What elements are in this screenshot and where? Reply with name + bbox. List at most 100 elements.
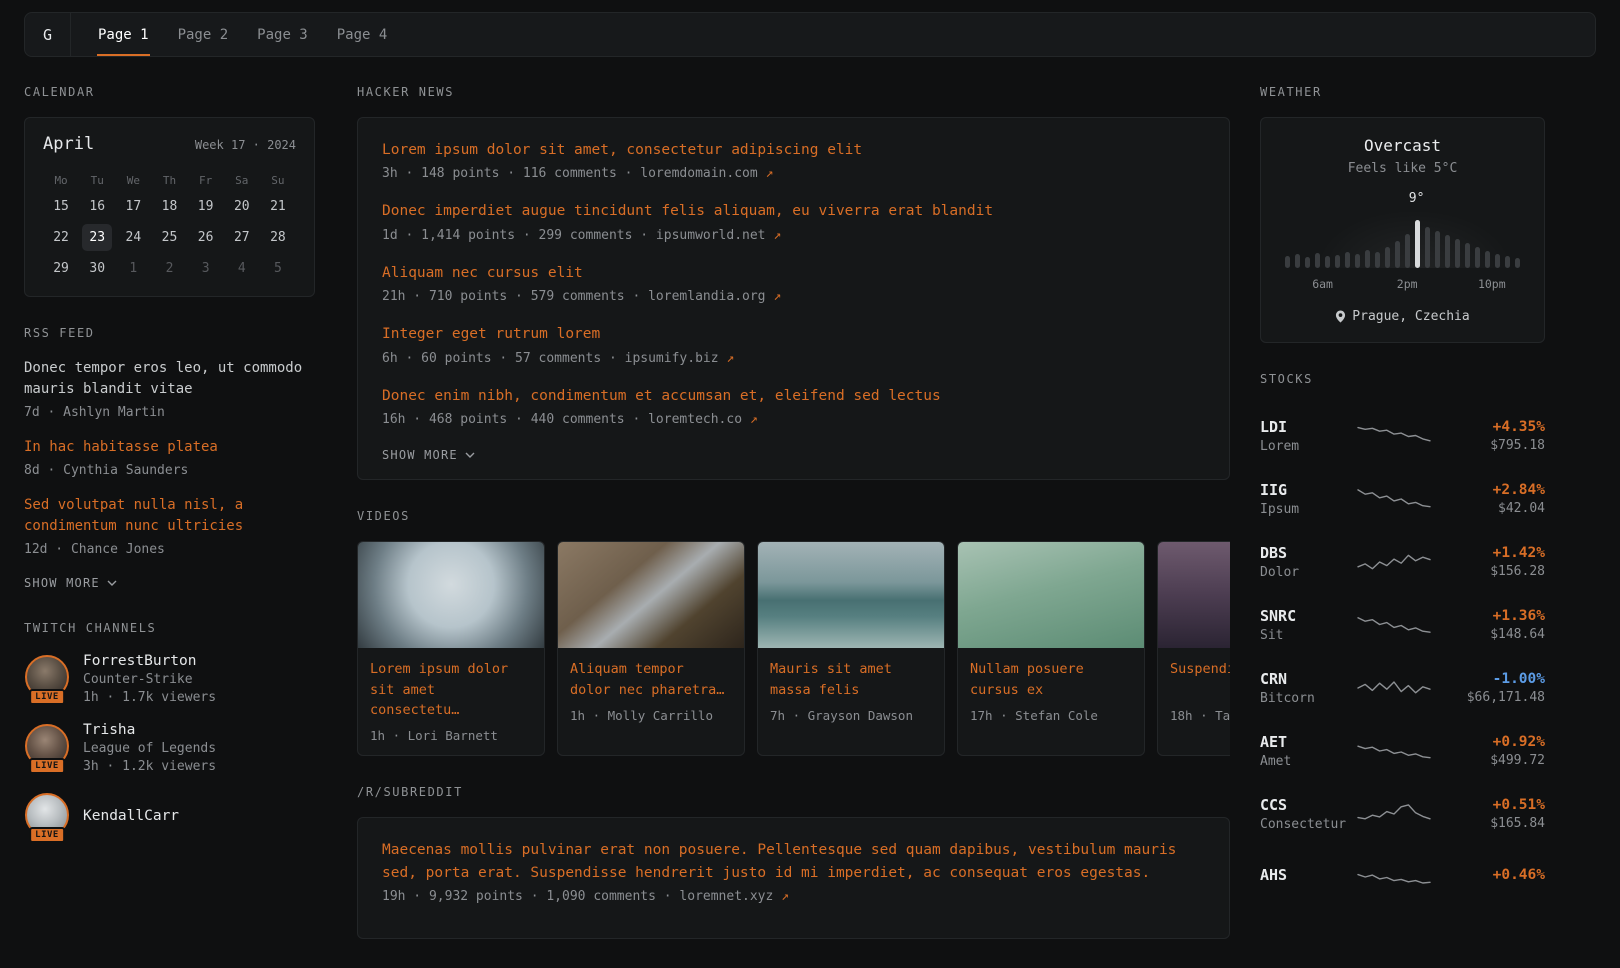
stock-name: Ipsum — [1260, 502, 1356, 517]
video-meta: 18h · Tara — [1170, 708, 1230, 723]
calendar-day-headers: Mo Tu We Th Fr Sa Su — [43, 170, 296, 191]
weather-hour-bar — [1515, 258, 1520, 268]
external-link-icon: ↗ — [781, 889, 789, 904]
rss-article-link[interactable]: Sed volutpat nulla nisl, a condimentum n… — [24, 495, 315, 537]
hacker-news-link[interactable]: Lorem ipsum dolor sit amet, consectetur … — [382, 139, 862, 161]
hacker-news-link[interactable]: Aliquam nec cursus elit — [382, 262, 583, 284]
weather-hour-bar — [1485, 251, 1490, 268]
weather-feels-like: Feels like 5°C — [1285, 161, 1520, 176]
video-thumbnail[interactable] — [558, 542, 744, 648]
stock-row[interactable]: CCS Consectetur +0.51% $165.84 — [1260, 782, 1545, 845]
rss-widget: RSS FEED Donec tempor eros leo, ut commo… — [24, 326, 315, 592]
stock-row[interactable]: AHS +0.46% — [1260, 845, 1545, 908]
video-title-link[interactable]: Lorem ipsum dolor sit amet consectetu… — [370, 659, 532, 720]
weather-hour-bar — [1325, 256, 1330, 268]
hacker-news-link[interactable]: Donec imperdiet augue tincidunt felis al… — [382, 200, 993, 222]
hacker-news-meta-text: 16h · 468 points · 440 comments · loremt… — [382, 412, 742, 427]
page-tab[interactable]: Page 4 — [336, 13, 389, 56]
video-meta: 1h · Molly Carrillo — [570, 708, 732, 723]
stock-row[interactable]: AET Amet +0.92% $499.72 — [1260, 719, 1545, 782]
stock-sparkline — [1356, 736, 1432, 766]
calendar-day: 30 — [82, 255, 112, 282]
weather-widget: WEATHER Overcast Feels like 5°C 9° — [1260, 85, 1545, 343]
topbar: G Page 1 Page 2 Page 3 Page 4 — [24, 12, 1596, 57]
location-pin-icon — [1335, 310, 1346, 323]
stock-values: +0.46% — [1444, 867, 1545, 886]
external-link-icon: ↗ — [773, 228, 781, 243]
weather-temp-label: 9° — [1409, 191, 1425, 206]
page-tab[interactable]: Page 1 — [97, 13, 150, 56]
video-card[interactable]: Nullam posuere cursus ex 17h · Stefan Co… — [957, 541, 1145, 756]
video-card[interactable]: Suspendisse diam 18h · Tara — [1157, 541, 1230, 756]
hacker-news-show-more-button[interactable]: SHOW MORE — [382, 446, 475, 464]
stock-price: $42.04 — [1444, 501, 1545, 516]
chevron-down-icon — [465, 452, 475, 458]
calendar-day-of-week: Fr — [199, 170, 212, 191]
video-thumbnail[interactable] — [1158, 542, 1230, 648]
calendar-day: 20 — [227, 193, 257, 220]
video-thumbnail[interactable] — [358, 542, 544, 648]
video-title-link[interactable]: Mauris sit amet massa felis — [770, 659, 932, 700]
stock-change: -1.00% — [1444, 671, 1545, 687]
twitch-channel-row[interactable]: LIVE Trisha League of Legends 3h · 1.2k … — [24, 722, 315, 774]
weather-hour-label: 2pm — [1397, 277, 1418, 291]
video-meta: 7h · Grayson Dawson — [770, 708, 932, 723]
calendar-day: 21 — [263, 193, 293, 220]
stocks-widget-title: STOCKS — [1260, 372, 1545, 386]
hacker-news-link[interactable]: Donec enim nibh, condimentum et accumsan… — [382, 385, 941, 407]
calendar-day: 22 — [46, 224, 76, 251]
video-card[interactable]: Mauris sit amet massa felis 7h · Grayson… — [757, 541, 945, 756]
rss-article-link[interactable]: Donec tempor eros leo, ut commodo mauris… — [24, 358, 315, 400]
stock-list: LDI Lorem +4.35% $795.18 — [1260, 404, 1545, 908]
stock-row[interactable]: CRN Bitcorn -1.00% $66,171.48 — [1260, 656, 1545, 719]
weather-hour-bar — [1395, 241, 1400, 268]
calendar-day-of-week: Su — [271, 170, 284, 191]
twitch-channel-list: LIVE ForrestBurton Counter-Strike 1h · 1… — [24, 653, 315, 843]
calendar-day: 5 — [263, 255, 293, 282]
subreddit-post: Maecenas mollis pulvinar erat non posuer… — [382, 839, 1205, 904]
calendar-day-of-week: Th — [163, 170, 176, 191]
weather-hour-bar — [1315, 253, 1320, 268]
twitch-channel-info: Trisha League of Legends 3h · 1.2k viewe… — [83, 722, 216, 774]
weather-hour-bar — [1365, 250, 1370, 268]
stock-row[interactable]: IIG Ipsum +2.84% $42.04 — [1260, 467, 1545, 530]
stock-ticker: SNRC — [1260, 607, 1356, 625]
subreddit-post-meta: 19h · 9,932 points · 1,090 comments · lo… — [382, 889, 1205, 904]
rss-article-link[interactable]: In hac habitasse platea — [24, 437, 315, 458]
external-link-icon: ↗ — [766, 166, 774, 181]
twitch-channel-row[interactable]: LIVE ForrestBurton Counter-Strike 1h · 1… — [24, 653, 315, 705]
rss-show-more-button[interactable]: SHOW MORE — [24, 574, 117, 592]
app-logo[interactable]: G — [25, 13, 71, 56]
stock-row[interactable]: SNRC Sit +1.36% $148.64 — [1260, 593, 1545, 656]
hacker-news-link[interactable]: Integer eget rutrum lorem — [382, 323, 600, 345]
calendar-day: 1 — [118, 255, 148, 282]
stock-row[interactable]: DBS Dolor +1.42% $156.28 — [1260, 530, 1545, 593]
calendar-day-of-week: We — [127, 170, 140, 191]
page-tab[interactable]: Page 3 — [256, 13, 309, 56]
video-title-link[interactable]: Aliquam tempor dolor nec pharetra… — [570, 659, 732, 700]
stock-values: +2.84% $42.04 — [1444, 482, 1545, 516]
chevron-down-icon — [107, 580, 117, 586]
video-thumbnail[interactable] — [958, 542, 1144, 648]
stock-values: +0.92% $499.72 — [1444, 734, 1545, 768]
stock-row[interactable]: LDI Lorem +4.35% $795.18 — [1260, 404, 1545, 467]
hacker-news-item: Donec enim nibh, condimentum et accumsan… — [382, 385, 1205, 427]
weather-hour-bar — [1375, 252, 1380, 268]
live-badge: LIVE — [29, 758, 65, 774]
twitch-channel-row[interactable]: LIVE KendallCarr — [24, 791, 315, 843]
video-thumbnail[interactable] — [758, 542, 944, 648]
subreddit-post-link[interactable]: Maecenas mollis pulvinar erat non posuer… — [382, 839, 1205, 884]
stock-ticker: AHS — [1260, 866, 1356, 884]
calendar-day: 17 — [118, 193, 148, 220]
weather-hour-bar — [1435, 231, 1440, 268]
hacker-news-meta: 16h · 468 points · 440 comments · loremt… — [382, 412, 1205, 427]
video-card[interactable]: Aliquam tempor dolor nec pharetra… 1h · … — [557, 541, 745, 756]
video-card[interactable]: Lorem ipsum dolor sit amet consectetu… 1… — [357, 541, 545, 756]
live-badge: LIVE — [29, 827, 65, 843]
page-tab[interactable]: Page 2 — [177, 13, 230, 56]
video-title-link[interactable]: Suspendisse diam — [1170, 659, 1230, 700]
stock-sparkline — [1356, 673, 1432, 703]
video-title-link[interactable]: Nullam posuere cursus ex — [970, 659, 1132, 700]
stock-change: +1.42% — [1444, 545, 1545, 561]
subreddit-post-meta-text: 19h · 9,932 points · 1,090 comments · lo… — [382, 889, 773, 904]
